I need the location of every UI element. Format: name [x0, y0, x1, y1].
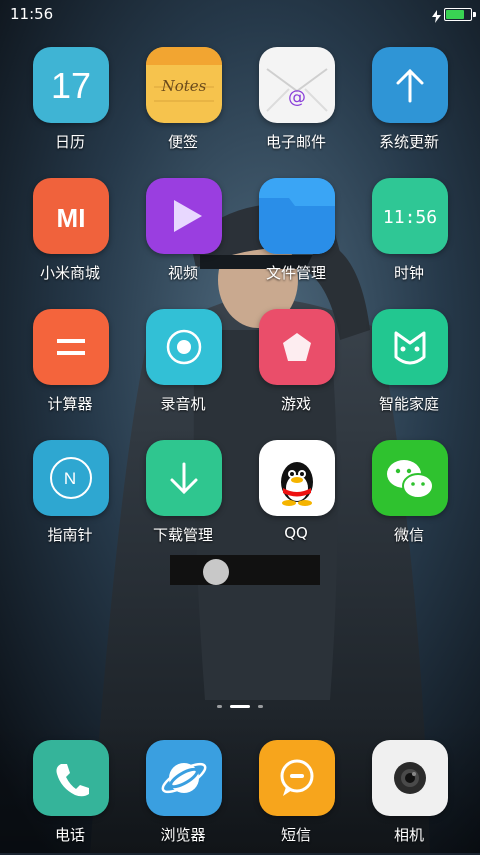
app-phone[interactable]: 电话	[15, 740, 125, 855]
app-label: QQ	[284, 524, 308, 542]
app-calculator[interactable]: 计算器	[15, 309, 125, 424]
svg-text:MI: MI	[57, 203, 86, 233]
app-label: 时钟	[393, 264, 424, 282]
app-label: 系统更新	[378, 133, 439, 151]
games-icon[interactable]	[259, 309, 335, 385]
app-label: 文件管理	[265, 264, 326, 282]
calculator-icon[interactable]	[33, 309, 109, 385]
recorder-icon[interactable]	[146, 309, 222, 385]
camera-icon[interactable]	[372, 740, 448, 816]
app-compass[interactable]: N 指南针	[15, 440, 125, 555]
svg-text:@: @	[288, 87, 306, 108]
app-notes[interactable]: Notes 便签	[128, 47, 238, 162]
smart-home-icon[interactable]	[372, 309, 448, 385]
status-bar: 11:56	[0, 0, 480, 28]
app-camera[interactable]: 相机	[354, 740, 464, 855]
app-downloads[interactable]: 下载管理	[128, 440, 238, 555]
app-browser[interactable]: 浏览器	[128, 740, 238, 855]
wechat-icon[interactable]	[372, 440, 448, 516]
battery-indicator	[432, 6, 476, 23]
app-label: 微信	[393, 526, 424, 544]
updater-icon[interactable]	[372, 47, 448, 123]
app-video[interactable]: 视频	[128, 178, 238, 293]
app-label: 电子邮件	[265, 133, 326, 151]
page-dot-3[interactable]	[258, 705, 263, 708]
app-label: 日历	[54, 133, 85, 151]
app-calendar[interactable]: 17 日历	[15, 47, 125, 162]
browser-icon[interactable]	[146, 740, 222, 816]
battery-icon	[444, 7, 476, 21]
mi-store-icon[interactable]: MI	[33, 178, 109, 254]
messages-icon[interactable]	[259, 740, 335, 816]
compass-icon[interactable]: N	[33, 440, 109, 516]
app-label: 计算器	[47, 395, 93, 413]
clock-icon[interactable]: 11:56	[372, 178, 448, 254]
app-label: 便签	[167, 133, 198, 151]
app-smart-home[interactable]: 智能家庭	[354, 309, 464, 424]
app-label: 电话	[54, 826, 85, 844]
calendar-icon[interactable]: 17	[33, 47, 109, 123]
app-label: 录音机	[160, 395, 206, 413]
app-label: 短信	[280, 826, 311, 844]
file-manager-icon[interactable]	[259, 178, 335, 254]
app-label: 视频	[167, 264, 198, 282]
notes-icon[interactable]: Notes	[146, 47, 222, 123]
app-label: 相机	[393, 826, 424, 844]
app-clock[interactable]: 11:56 时钟	[354, 178, 464, 293]
app-label: 浏览器	[160, 826, 206, 844]
app-recorder[interactable]: 录音机	[128, 309, 238, 424]
app-file-manager[interactable]: 文件管理	[241, 178, 351, 293]
qq-icon[interactable]	[259, 440, 335, 516]
svg-text:N: N	[64, 469, 76, 488]
app-qq[interactable]: QQ	[241, 440, 351, 555]
page-indicator[interactable]	[0, 703, 480, 711]
page-dot-1[interactable]	[217, 705, 222, 708]
app-label: 智能家庭	[378, 395, 439, 413]
app-label: 下载管理	[152, 526, 213, 544]
page-dot-2[interactable]	[230, 705, 250, 708]
svg-text:11:56: 11:56	[383, 207, 437, 228]
downloads-icon[interactable]	[146, 440, 222, 516]
status-clock: 11:56	[10, 5, 54, 23]
svg-text:Notes: Notes	[161, 77, 207, 95]
app-games[interactable]: 游戏	[241, 309, 351, 424]
app-updater[interactable]: 系统更新	[354, 47, 464, 162]
video-icon[interactable]	[146, 178, 222, 254]
app-email[interactable]: @ 电子邮件	[241, 47, 351, 162]
app-label: 小米商城	[39, 264, 100, 282]
app-wechat[interactable]: 微信	[354, 440, 464, 555]
app-label: 游戏	[280, 395, 311, 413]
app-messages[interactable]: 短信	[241, 740, 351, 855]
phone-icon[interactable]	[33, 740, 109, 816]
charging-icon	[432, 8, 441, 23]
svg-text:17: 17	[51, 65, 91, 106]
email-icon[interactable]: @	[259, 47, 335, 123]
app-mi-store[interactable]: MI 小米商城	[15, 178, 125, 293]
app-label: 指南针	[47, 526, 93, 544]
